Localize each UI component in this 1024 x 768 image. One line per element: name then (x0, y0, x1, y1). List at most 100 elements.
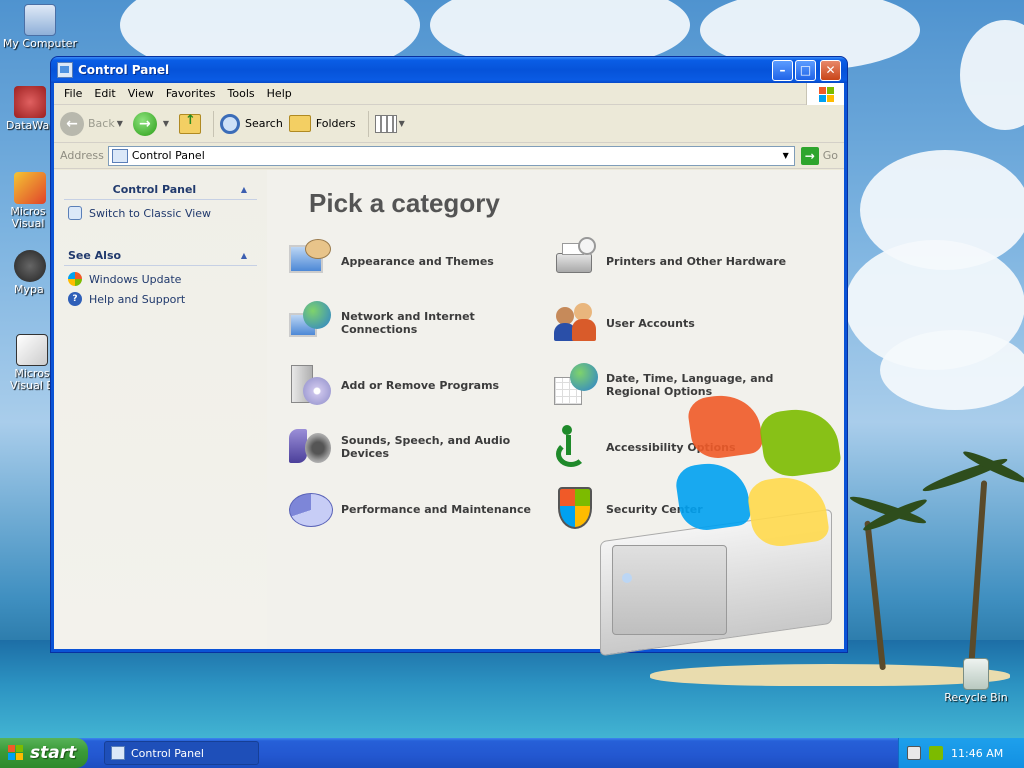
link-label: Switch to Classic View (89, 206, 212, 220)
task-pane-header[interactable]: See Also ▲ (64, 246, 257, 266)
microsoft-visual-b-shortcut-icon (16, 334, 48, 366)
my-computer-icon (24, 4, 56, 36)
desktop-icon-label: Recycle Bin (944, 691, 1008, 704)
cloud (960, 20, 1024, 130)
up-folder-icon: ↑ (179, 113, 202, 134)
category-label: Appearance and Themes (341, 254, 494, 268)
toolbar: ← Back ▼ → ▼ ↑ Search Folders ▼ (54, 105, 844, 143)
category-network-internet[interactable]: Network and Internet Connections (287, 299, 547, 347)
cloud (880, 330, 1024, 410)
system-tray: 11:46 AM (898, 738, 1024, 768)
clock[interactable]: 11:46 AM (951, 747, 1003, 760)
task-pane-title: Control Panel (112, 183, 197, 196)
performance-pie-icon (287, 485, 335, 533)
category-performance-maintenance[interactable]: Performance and Maintenance (287, 485, 547, 533)
category-label: Sounds, Speech, and Audio Devices (341, 434, 511, 460)
category-accessibility[interactable]: Accessibility Options (552, 423, 812, 471)
folders-button[interactable]: Folders (288, 115, 356, 132)
task-pane-see-also: See Also ▲ Windows Update ? Help and Sup… (64, 246, 257, 318)
category-sounds-speech-audio[interactable]: Sounds, Speech, and Audio Devices (287, 423, 547, 471)
appearance-themes-icon (287, 237, 335, 285)
category-label: Network and Internet Connections (341, 310, 475, 336)
desktop-icon-recycle-bin[interactable]: Recycle Bin (936, 658, 1016, 704)
search-button[interactable]: Search (220, 113, 283, 134)
chevron-down-icon: ▼ (398, 119, 405, 128)
start-label: start (30, 743, 77, 763)
classic-view-icon (68, 206, 82, 220)
task-pane-title: See Also (68, 249, 122, 262)
control-panel-icon (111, 148, 128, 163)
windows-update-icon (68, 272, 82, 286)
address-value: Control Panel (131, 149, 205, 162)
address-label: Address (60, 149, 104, 162)
desktop-icon-my-computer[interactable]: My Computer (0, 4, 80, 50)
window-title: Control Panel (78, 63, 170, 77)
link-label: Windows Update (89, 272, 182, 286)
category-printers-hardware[interactable]: Printers and Other Hardware (552, 237, 812, 285)
task-pane: Control Panel ▲ Switch to Classic View S… (54, 170, 267, 649)
minimize-icon: – (779, 63, 786, 77)
menu-tools[interactable]: Tools (222, 87, 261, 100)
menu-file[interactable]: File (58, 87, 88, 100)
window-body: File Edit View Favorites Tools Help ← Ba… (54, 82, 844, 649)
toolbar-separator (213, 110, 215, 137)
switch-classic-view-link[interactable]: Switch to Classic View (68, 206, 253, 220)
menu-favorites[interactable]: Favorites (160, 87, 222, 100)
chevron-down-icon: ▼ (782, 151, 789, 160)
menu-view[interactable]: View (122, 87, 160, 100)
go-button[interactable]: → Go (800, 146, 838, 165)
desktop-icon-label: My Computer (2, 37, 78, 50)
forward-arrow-icon: → (132, 111, 157, 136)
collapse-chevron-icon[interactable]: ▲ (241, 251, 247, 260)
speaker-icon (287, 423, 335, 471)
category-date-time-language[interactable]: Date, Time, Language, and Regional Optio… (552, 361, 812, 409)
back-label: Back (88, 117, 115, 130)
collapse-chevron-icon[interactable]: ▲ (241, 185, 247, 194)
address-bar: Address Control Panel ▼ → Go (54, 143, 844, 169)
views-grid-icon (374, 114, 397, 133)
forward-button[interactable]: → ▼ (132, 111, 173, 136)
chevron-down-icon: ▼ (116, 119, 123, 128)
close-icon: ✕ (825, 63, 836, 77)
accessibility-icon (552, 423, 600, 471)
views-button[interactable]: ▼ (374, 114, 409, 133)
category-add-remove-programs[interactable]: Add or Remove Programs (287, 361, 547, 409)
up-folder-button[interactable]: ↑ (179, 113, 202, 134)
category-appearance-themes[interactable]: Appearance and Themes (287, 237, 547, 285)
help-support-link[interactable]: ? Help and Support (68, 292, 253, 306)
address-input[interactable]: Control Panel ▼ (107, 145, 795, 166)
add-remove-programs-icon (287, 361, 335, 409)
back-button[interactable]: ← Back ▼ (60, 111, 127, 136)
category-label: Performance and Maintenance (341, 502, 531, 516)
maximize-button[interactable]: □ (795, 59, 816, 81)
category-label: Security Center (606, 502, 703, 516)
datawa-shortcut-icon (14, 86, 46, 118)
menu-bar: File Edit View Favorites Tools Help (54, 82, 844, 105)
network-tray-icon[interactable] (929, 746, 943, 760)
search-icon (220, 113, 241, 134)
windows-update-link[interactable]: Windows Update (68, 272, 253, 286)
window-titlebar[interactable]: Control Panel – □ ✕ (51, 57, 847, 83)
search-label: Search (245, 117, 283, 130)
address-dropdown-button[interactable]: ▼ (778, 147, 794, 165)
task-pane-header[interactable]: Control Panel ▲ (64, 180, 257, 200)
taskbar-item-control-panel[interactable]: Control Panel (104, 741, 259, 765)
category-user-accounts[interactable]: User Accounts (552, 299, 812, 347)
date-time-globe-icon (552, 361, 600, 409)
mypa-shortcut-icon (14, 250, 46, 282)
folders-icon (288, 115, 311, 132)
menu-edit[interactable]: Edit (88, 87, 121, 100)
go-label: Go (822, 149, 838, 162)
control-panel-icon (57, 62, 73, 78)
content-area: Control Panel ▲ Switch to Classic View S… (54, 170, 844, 649)
security-shield-icon (552, 485, 600, 533)
start-button[interactable]: start (0, 738, 88, 768)
close-button[interactable]: ✕ (820, 59, 841, 81)
page-title: Pick a category (309, 188, 500, 218)
minimize-button[interactable]: – (772, 59, 793, 81)
menu-help[interactable]: Help (261, 87, 298, 100)
keyboard-icon[interactable] (907, 746, 921, 760)
category-security-center[interactable]: Security Center (552, 485, 812, 533)
taskbar: start Control Panel 11:46 AM (0, 738, 1024, 768)
go-arrow-icon: → (800, 146, 819, 165)
